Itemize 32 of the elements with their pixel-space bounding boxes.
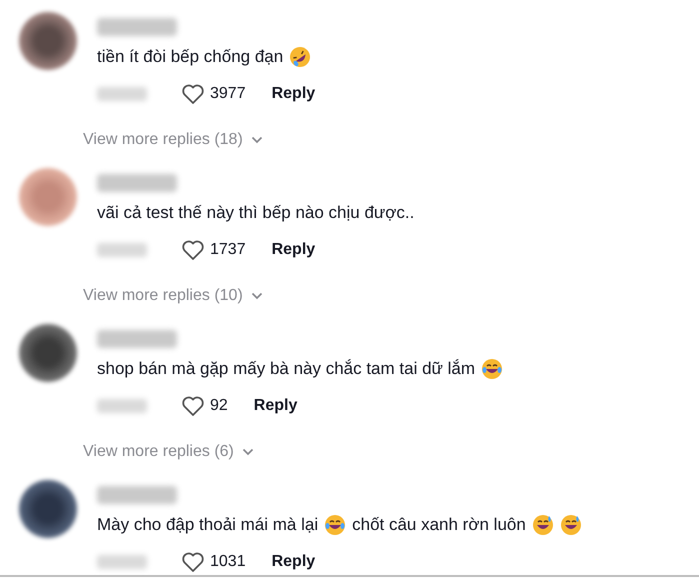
laughing-emoji-icon [324,514,346,536]
comment-text: shop bán mà gặp mấy bà này chắc tam tai dữ lắm [97,358,476,380]
chevron-down-icon [250,136,263,144]
sweat-smile-emoji-icon [532,514,554,536]
avatar[interactable] [19,12,77,70]
like-count: 3977 [210,84,246,104]
like-count: 1737 [210,240,246,260]
heart-icon[interactable] [181,550,205,572]
reply-button[interactable]: Reply [254,394,298,418]
reply-button[interactable]: Reply [272,238,316,262]
like-count: 92 [210,396,228,416]
blurred-timestamp [97,86,147,100]
sweat-smile-emoji-icon [560,514,582,536]
reply-button[interactable]: Reply [272,82,316,106]
avatar[interactable] [19,480,77,538]
reply-button[interactable]: Reply [272,550,316,574]
comment-text: vãi cả test thế này thì bếp nào chịu được.. [97,202,414,224]
comment-text: tiền ít đòi bếp chống đạn [97,46,284,68]
chevron-down-icon [242,448,254,456]
laughing-emoji-icon [481,358,504,380]
avatar[interactable] [19,324,77,382]
heart-icon[interactable] [181,238,205,260]
tilted-laughing-emoji-icon [289,46,312,68]
comment-text: Mày cho đập thoải mái mà lại [97,514,318,536]
comment-text: chốt câu xanh rờn luôn [352,514,526,536]
like-count: 1031 [210,552,246,572]
blurred-timestamp [97,242,147,256]
blurred-timestamp [97,398,147,412]
heart-icon[interactable] [181,394,205,416]
blurred-timestamp [97,554,147,568]
chevron-down-icon [250,292,263,300]
heart-icon[interactable] [181,82,205,104]
